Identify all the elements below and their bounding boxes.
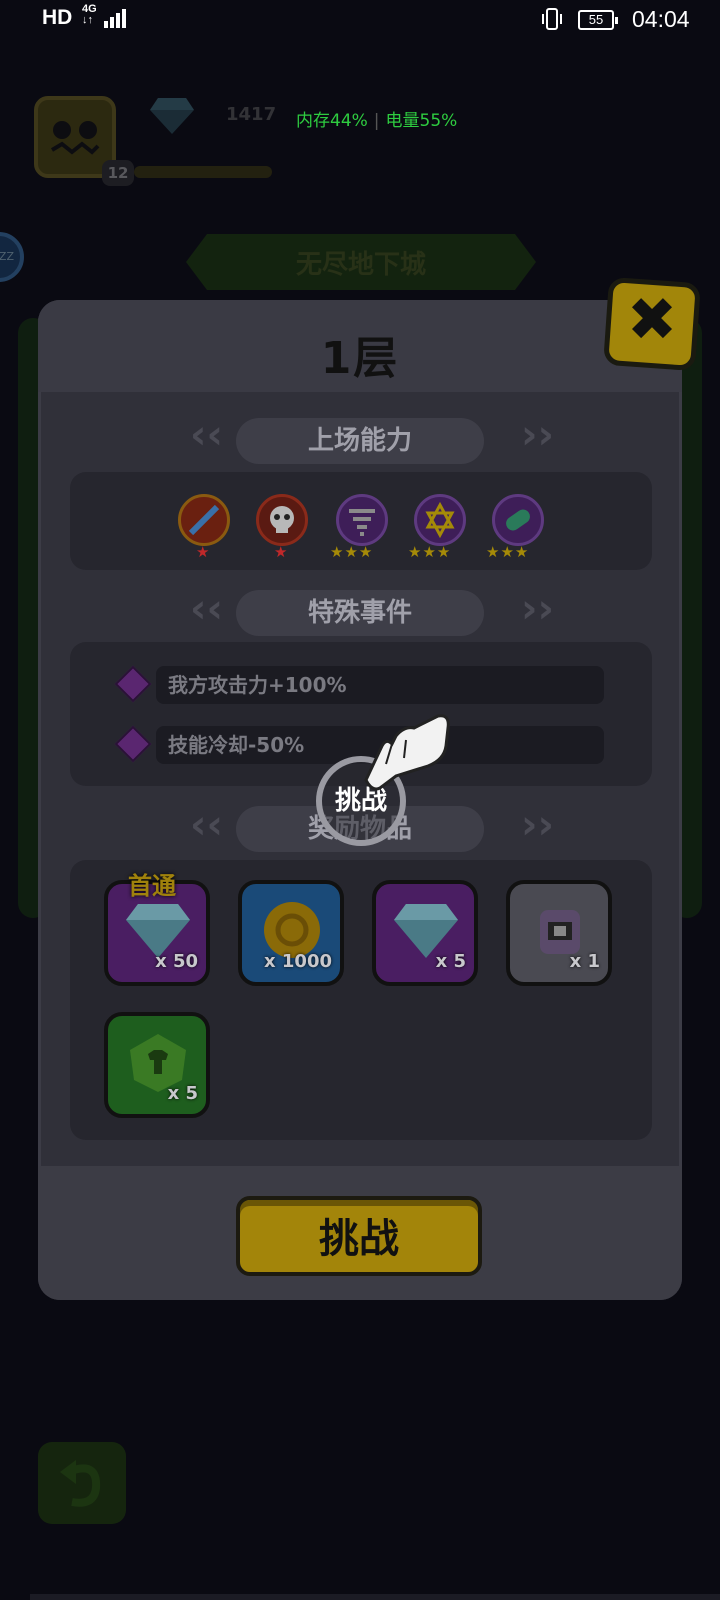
game-screen: { "status_bar": { "hd": "HD", "network":…: [0, 0, 720, 1600]
reward-item[interactable]: x 5: [372, 880, 478, 986]
reward-qty: x 5: [435, 951, 466, 972]
reward-qty: x 50: [155, 951, 198, 972]
battery-icon: 55: [578, 10, 618, 30]
memory-usage: 内存44%: [296, 111, 368, 131]
ability-2-stars: ★: [274, 543, 289, 561]
gem-count: 1417: [226, 104, 277, 125]
pointing-hand-icon: [364, 714, 450, 791]
tornado-icon[interactable]: [336, 494, 388, 546]
section-ornament-right: ››: [521, 802, 554, 848]
signal-icon: [104, 9, 126, 28]
reward-item[interactable]: x 1: [506, 880, 612, 986]
battery-usage: 电量55%: [385, 111, 458, 131]
section-ornament-right: ››: [521, 586, 554, 632]
ability-3-stars: ★★★: [330, 543, 374, 561]
network-type: 4G ↓↑: [82, 3, 97, 26]
dialog-title: 1层: [320, 333, 400, 384]
abilities-section-title: 上场能力: [236, 418, 484, 464]
reward-qty: x 1: [569, 951, 600, 972]
ability-4-stars: ★★★: [408, 543, 452, 561]
vibrate-icon: [542, 8, 562, 30]
hd-indicator: HD: [42, 6, 73, 29]
section-ornament-right: ››: [521, 412, 554, 458]
pill-icon[interactable]: [492, 494, 544, 546]
clock: 04:04: [632, 6, 690, 32]
monster-face-icon: [50, 121, 100, 155]
reward-qty: x 1000: [264, 951, 332, 972]
xp-bar: [134, 166, 272, 178]
return-button[interactable]: [38, 1442, 126, 1524]
return-arrow-icon: [60, 1460, 101, 1507]
close-icon: ✖: [626, 285, 678, 355]
challenge-button-label: 挑战: [319, 1216, 399, 1262]
reward-item[interactable]: x 5: [104, 1012, 210, 1118]
reward-item[interactable]: x 1000: [238, 880, 344, 986]
ability-5-stars: ★★★: [486, 543, 530, 561]
mode-title: 无尽地下城: [295, 250, 426, 280]
compass-sword-icon[interactable]: [178, 494, 230, 546]
gem-icon: [150, 98, 194, 134]
reward-qty: x 5: [167, 1083, 198, 1104]
floating-assist-button[interactable]: ZZ: [0, 232, 24, 282]
ability-1-stars: ★: [196, 543, 211, 561]
player-level-badge: 12: [102, 160, 134, 186]
first-clear-tag: 首通: [128, 872, 176, 900]
event-row: 我方攻击力+100%: [156, 666, 604, 704]
skull-icon[interactable]: [256, 494, 308, 546]
events-section-title: 特殊事件: [236, 590, 484, 636]
performance-overlay: 内存44% | 电量55%: [296, 111, 458, 131]
status-bar: HD 4G ↓↑ 55 04:04: [0, 0, 720, 40]
nav-gesture-bar: [30, 1594, 720, 1600]
hexagram-icon[interactable]: [414, 494, 466, 546]
